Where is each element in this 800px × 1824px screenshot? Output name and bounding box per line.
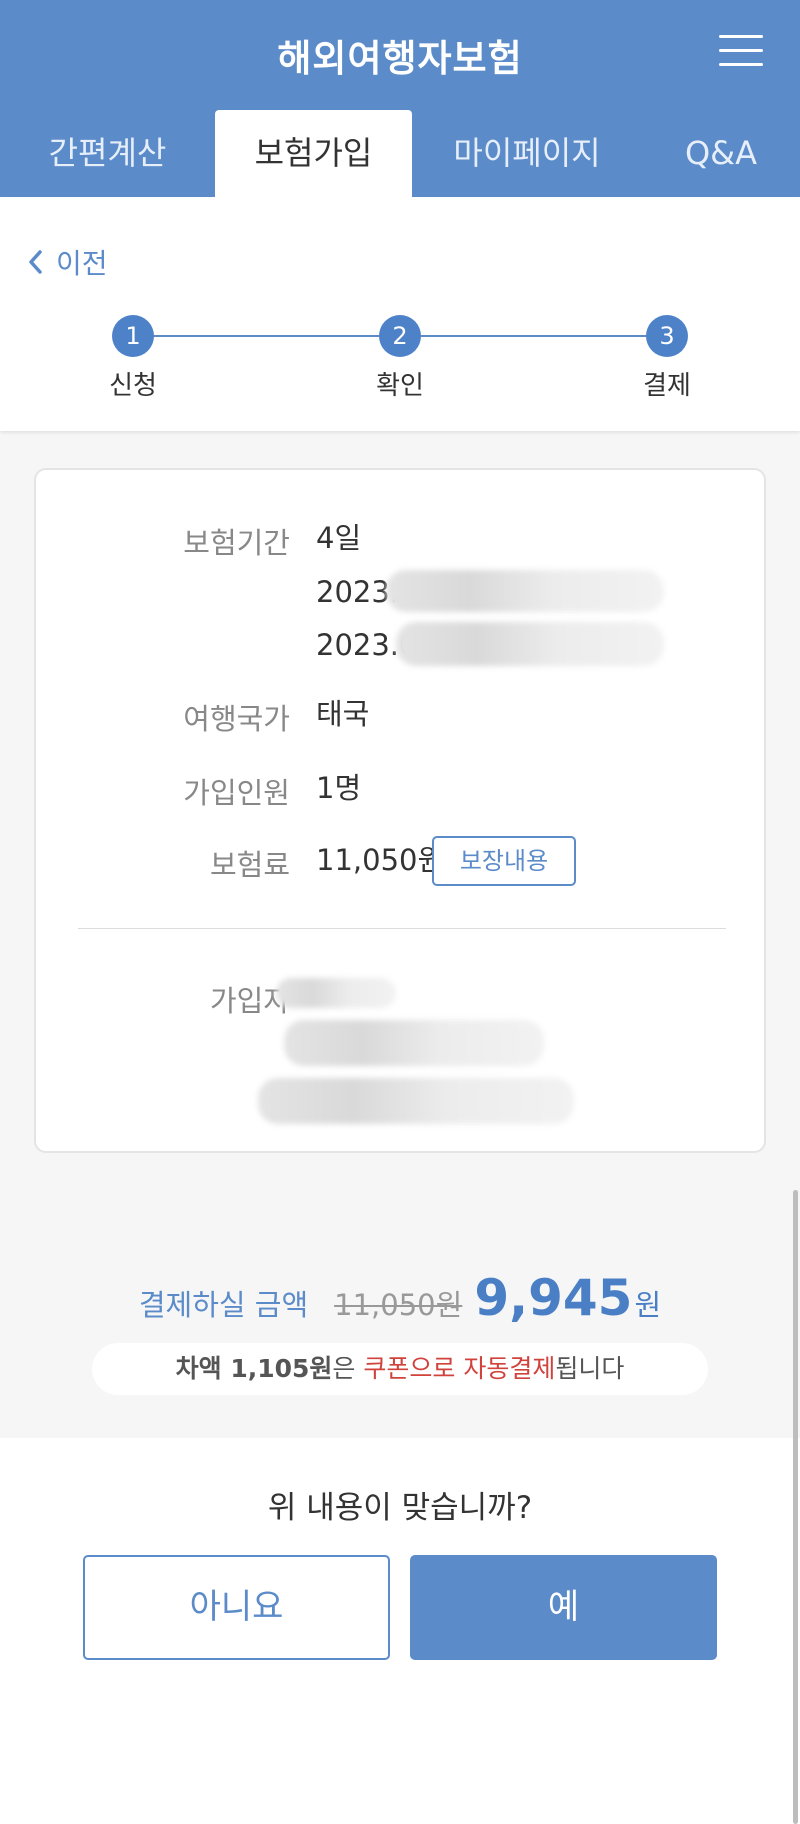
card-divider (78, 928, 726, 929)
country-label: 여행국가 (183, 702, 290, 736)
coupon-auto-pay: 쿠폰으로 자동결제 (363, 1354, 556, 1383)
notice-particle: 은 (332, 1354, 364, 1383)
tab-my-page[interactable]: 마이페이지 (412, 110, 642, 197)
notice-ending: 됩니다 (555, 1354, 625, 1383)
summary-card: 보험기간 4일 2023. 2023.0 여행국가 태국 가입인원 1명 보험료… (34, 468, 766, 1153)
people-label: 가입인원 (183, 776, 290, 810)
progress-stepper: 1 2 3 신청 확인 결제 (0, 315, 800, 415)
country-value: 태국 (316, 697, 370, 731)
main-tabs: 간편계산 보험가입 마이페이지 Q&A (0, 110, 800, 197)
step-area: 이전 1 2 3 신청 확인 결제 (0, 197, 800, 431)
difference-amount: 차액 1,105원 (175, 1354, 333, 1383)
final-price-unit: 원 (634, 1288, 662, 1322)
period-days: 4일 (316, 521, 362, 555)
subscriber-label: 가입자 (209, 984, 290, 1018)
coupon-notice: 차액 1,105원은 쿠폰으로 자동결제됩니다 (92, 1343, 708, 1395)
no-button[interactable]: 아니요 (83, 1555, 390, 1660)
redacted-subscriber-info-2 (258, 1078, 574, 1124)
back-label: 이전 (56, 247, 108, 280)
redacted-subscriber-name (276, 978, 396, 1008)
redacted-subscriber-info-1 (284, 1020, 544, 1066)
payment-label: 결제하실 금액 (138, 1288, 309, 1322)
redacted-end-date (396, 622, 664, 666)
chevron-left-icon (29, 250, 42, 274)
scrollbar[interactable] (793, 1190, 798, 1824)
step-2-label: 확인 (376, 371, 424, 401)
app-title: 해외여행자보험 (277, 37, 523, 80)
step-1-circle: 1 (112, 315, 154, 357)
redacted-start-date (386, 570, 664, 612)
step-2-circle: 2 (379, 315, 421, 357)
tab-qna[interactable]: Q&A (642, 110, 800, 197)
step-1-label: 신청 (109, 371, 157, 401)
tab-insurance-signup[interactable]: 보험가입 (215, 110, 412, 197)
back-button[interactable]: 이전 (28, 242, 108, 282)
yes-button[interactable]: 예 (410, 1555, 717, 1660)
people-value: 1명 (316, 771, 362, 805)
original-price: 11,050원 (334, 1288, 463, 1322)
confirm-question: 위 내용이 맞습니까? (267, 1490, 533, 1526)
coverage-details-button[interactable]: 보장내용 (432, 836, 576, 886)
step-3-label: 결제 (643, 371, 691, 401)
hamburger-menu-icon[interactable] (719, 33, 763, 69)
tab-quick-calc[interactable]: 간편계산 (0, 110, 215, 197)
app-header: 해외여행자보험 간편계산 보험가입 마이페이지 Q&A (0, 0, 800, 197)
step-3-circle: 3 (646, 315, 688, 357)
content-area: 보험기간 4일 2023. 2023.0 여행국가 태국 가입인원 1명 보험료… (0, 431, 800, 1438)
period-label: 보험기간 (183, 526, 290, 560)
payment-amount-row: 결제하실 금액 11,050원 9,945 원 (0, 1269, 800, 1339)
premium-value: 11,050원 (316, 843, 445, 877)
premium-label: 보험료 (209, 848, 290, 882)
final-price: 9,945 (474, 1269, 633, 1327)
